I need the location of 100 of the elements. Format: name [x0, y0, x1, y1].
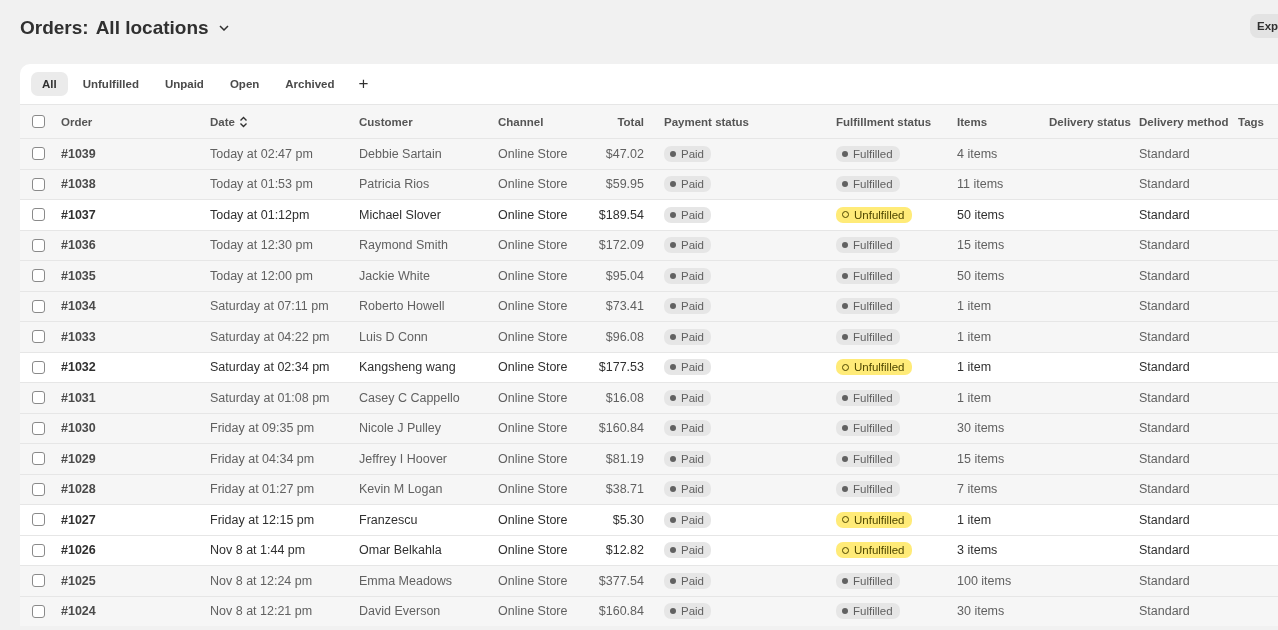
order-date: Nov 8 at 12:21 pm	[210, 604, 313, 619]
table-row[interactable]: #1034 Saturday at 07:11 pm Roberto Howell Online Store $73.41 Paid Fulfilled 1 item Standard	[20, 290, 1278, 321]
table-row[interactable]: #1030 Friday at 09:35 pm Nicole J Pulley Online Store $160.84 Paid Fulfilled 30 items Standard	[20, 412, 1278, 443]
sort-icon[interactable]	[238, 115, 248, 128]
column-header[interactable]: Delivery status	[1049, 115, 1131, 128]
table-row[interactable]: #1039 Today at 02:47 pm Debbie Sartain Online Store $47.02 Paid Fulfilled 4 items Standard	[20, 138, 1278, 169]
delivery-method: Standard	[1139, 238, 1190, 253]
filter-tab[interactable]: Archived	[274, 72, 346, 96]
order-number[interactable]: #1039	[61, 146, 96, 161]
table-row[interactable]: #1031 Saturday at 01:08 pm Casey C Cappello Online Store $16.08 Paid Fulfilled 1 item Standard	[20, 382, 1278, 413]
order-number[interactable]: #1035	[61, 268, 96, 283]
row-checkbox[interactable]	[32, 360, 45, 374]
column-header[interactable]: Delivery method	[1139, 115, 1229, 128]
column-header[interactable]: Tags	[1238, 115, 1264, 128]
column-header[interactable]: Order	[61, 115, 93, 128]
column-header[interactable]: Channel	[498, 115, 544, 128]
payment-badge: Paid	[664, 267, 712, 284]
table-row[interactable]: #1029 Friday at 04:34 pm Jeffrey I Hoover Online Store $81.19 Paid Fulfilled 15 items Standard	[20, 443, 1278, 474]
order-number[interactable]: #1025	[61, 573, 96, 588]
chevron-down-icon[interactable]	[218, 25, 229, 31]
filter-tab[interactable]: Open	[218, 72, 271, 96]
order-date: Today at 02:47 pm	[210, 146, 313, 161]
table-row[interactable]: #1024 Nov 8 at 12:21 pm David Everson Online Store $160.84 Paid Fulfilled 30 items Standard	[20, 595, 1278, 626]
sales-channel: Online Store	[498, 177, 568, 192]
payment-badge: Paid	[664, 481, 712, 498]
customer-name: Omar Belkahla	[359, 543, 442, 558]
order-number[interactable]: #1031	[61, 390, 96, 405]
order-date: Today at 01:12pm	[210, 207, 310, 222]
fulfillment-badge: Fulfilled	[836, 298, 900, 315]
column-header[interactable]: Total	[617, 115, 644, 128]
payment-badge: Paid	[664, 420, 712, 437]
payment-badge: Paid	[664, 359, 712, 376]
filter-tab[interactable]: All	[31, 72, 68, 96]
order-total: $189.54	[598, 207, 644, 222]
fulfillment-badge: Fulfilled	[836, 572, 900, 589]
row-checkbox[interactable]	[32, 299, 45, 313]
row-checkbox[interactable]	[32, 513, 45, 527]
row-checkbox[interactable]	[32, 543, 45, 557]
row-checkbox[interactable]	[32, 391, 45, 405]
table-row[interactable]: #1035 Today at 12:00 pm Jackie White Online Store $95.04 Paid Fulfilled 50 items Standard	[20, 260, 1278, 291]
order-number[interactable]: #1034	[61, 299, 96, 314]
fulfillment-badge: Unfulfilled	[836, 206, 912, 223]
order-date: Saturday at 07:11 pm	[210, 299, 329, 314]
column-header[interactable]: Payment status	[664, 115, 749, 128]
column-header[interactable]: Items	[957, 115, 988, 128]
order-number[interactable]: #1027	[61, 512, 96, 527]
customer-name: Nicole J Pulley	[359, 421, 441, 436]
column-header[interactable]: Date	[210, 115, 235, 128]
payment-badge: Paid	[664, 572, 712, 589]
payment-badge: Paid	[664, 603, 712, 620]
fulfillment-badge: Fulfilled	[836, 420, 900, 437]
row-checkbox[interactable]	[32, 269, 45, 283]
row-checkbox[interactable]	[32, 574, 45, 588]
table-row[interactable]: #1036 Today at 12:30 pm Raymond Smith Online Store $172.09 Paid Fulfilled 15 items Standard	[20, 229, 1278, 260]
row-checkbox[interactable]	[32, 147, 45, 161]
item-count: 1 item	[957, 329, 992, 344]
sales-channel: Online Store	[498, 451, 568, 466]
column-header[interactable]: Customer	[359, 115, 413, 128]
order-number[interactable]: #1024	[61, 604, 96, 619]
order-number[interactable]: #1032	[61, 360, 96, 375]
location-selector[interactable]: All locations	[95, 17, 209, 39]
order-total: $16.08	[605, 390, 644, 405]
order-number[interactable]: #1038	[61, 177, 96, 192]
table-row[interactable]: #1038 Today at 01:53 pm Patricia Rios Online Store $59.95 Paid Fulfilled 11 items Standard	[20, 168, 1278, 199]
row-checkbox[interactable]	[32, 177, 45, 191]
table-row[interactable]: #1033 Saturday at 04:22 pm Luis D Conn Online Store $96.08 Paid Fulfilled 1 item Standard	[20, 321, 1278, 352]
delivery-method: Standard	[1139, 390, 1190, 405]
order-number[interactable]: #1033	[61, 329, 96, 344]
add-tab-button[interactable]: +	[353, 74, 374, 94]
order-number[interactable]: #1036	[61, 238, 96, 253]
sales-channel: Online Store	[498, 482, 568, 497]
order-date: Nov 8 at 12:24 pm	[210, 573, 313, 588]
table-row[interactable]: #1028 Friday at 01:27 pm Kevin M Logan Online Store $38.71 Paid Fulfilled 7 items Standard	[20, 473, 1278, 504]
fulfillment-badge: Fulfilled	[836, 328, 900, 345]
row-checkbox[interactable]	[32, 208, 45, 222]
filter-tab[interactable]: Unfulfilled	[71, 72, 150, 96]
row-checkbox[interactable]	[32, 452, 45, 466]
export-button[interactable]: Exp	[1250, 14, 1278, 38]
filter-tab[interactable]: Unpaid	[153, 72, 215, 96]
order-number[interactable]: #1030	[61, 421, 96, 436]
order-total: $12.82	[605, 543, 644, 558]
order-number[interactable]: #1026	[61, 543, 96, 558]
item-count: 1 item	[957, 512, 992, 527]
payment-badge: Paid	[664, 328, 712, 345]
column-header[interactable]: Fulfillment status	[836, 115, 932, 128]
row-checkbox[interactable]	[32, 330, 45, 344]
item-count: 30 items	[957, 421, 1005, 436]
row-checkbox[interactable]	[32, 482, 45, 496]
row-checkbox[interactable]	[32, 604, 45, 618]
select-all-checkbox[interactable]	[32, 115, 45, 128]
table-row[interactable]: #1025 Nov 8 at 12:24 pm Emma Meadows Online Store $377.54 Paid Fulfilled 100 items Standard	[20, 565, 1278, 596]
order-number[interactable]: #1028	[61, 482, 96, 497]
order-number[interactable]: #1029	[61, 451, 96, 466]
row-checkbox[interactable]	[32, 238, 45, 252]
item-count: 50 items	[957, 268, 1005, 283]
order-number[interactable]: #1037	[61, 207, 96, 222]
delivery-method: Standard	[1139, 146, 1190, 161]
customer-name: Casey C Cappello	[359, 390, 460, 405]
customer-name: Raymond Smith	[359, 238, 448, 253]
row-checkbox[interactable]	[32, 421, 45, 435]
